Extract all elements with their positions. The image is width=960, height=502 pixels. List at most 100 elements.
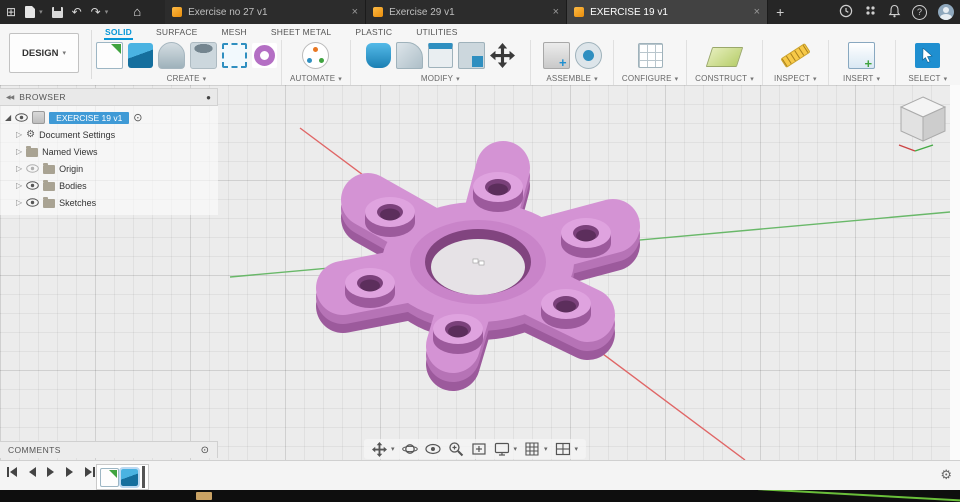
move-copy-icon[interactable] [489,42,515,68]
orbit-icon[interactable] [401,441,418,457]
grid-snaps-icon[interactable] [524,441,540,457]
browser-root-row[interactable]: ◢ EXERCISE 19 v1 ⊙ [0,109,218,126]
help-icon[interactable]: ? [912,4,927,20]
undo-icon[interactable]: ↶ [72,0,82,24]
press-pull-icon[interactable] [365,42,391,68]
modify-dropdown[interactable]: MODIFY ▾ [421,74,460,83]
pattern-icon[interactable] [222,42,247,68]
play-button[interactable] [46,466,56,478]
tab-surface[interactable]: SURFACE [155,25,199,40]
collapse-panel-icon[interactable]: ◀◀ [6,94,14,101]
document-tab-1[interactable]: Exercise no 27 v1 × [165,0,367,24]
model-body[interactable] [316,141,640,391]
browser-item-bodies[interactable]: ▷ Bodies [0,177,218,194]
comments-panel-header[interactable]: COMMENTS ⊙ [0,441,218,458]
go-to-start-button[interactable] [6,466,18,478]
browser-item-origin[interactable]: ▷ Origin [0,160,218,177]
visibility-eye-icon[interactable] [15,113,28,122]
step-forward-button[interactable] [65,466,75,478]
automate-icon[interactable] [302,41,330,69]
measure-icon[interactable] [780,42,811,68]
taskbar-item[interactable] [196,492,212,500]
tab-mesh[interactable]: MESH [221,25,248,40]
create-sketch-icon[interactable] [96,41,123,69]
timeline-settings-gear-icon[interactable]: ⚙ [940,467,952,483]
revolve-icon[interactable] [158,41,185,69]
app-grid-icon[interactable]: ⊞ [6,0,16,24]
expand-closed-icon[interactable]: ▷ [16,181,22,190]
insert-icon[interactable] [848,41,876,71]
home-icon[interactable]: ⌂ [133,0,141,24]
file-menu-icon[interactable] [25,6,36,18]
active-component-name[interactable]: EXERCISE 19 v1 [49,111,130,124]
panel-options-icon[interactable]: ● [206,93,211,102]
close-icon[interactable]: × [754,6,760,18]
tab-sheet-metal[interactable]: SHEET METAL [270,25,332,40]
timeline-extrude-feature[interactable] [119,466,140,488]
construct-dropdown[interactable]: CONSTRUCT ▾ [695,74,754,83]
insert-dropdown[interactable]: INSERT ▾ [843,74,880,83]
visibility-eye-icon[interactable] [26,181,39,190]
user-avatar[interactable] [938,4,954,20]
expand-closed-icon[interactable]: ▷ [16,198,22,207]
visibility-eye-icon[interactable] [26,164,39,173]
timeline-position-marker[interactable] [142,466,145,488]
joint-icon[interactable] [574,41,602,69]
tab-solid[interactable]: SOLID [104,25,133,40]
close-icon[interactable]: × [553,6,559,18]
select-tool-icon[interactable] [915,42,941,68]
extensions-icon[interactable] [864,4,877,20]
chevron-down-icon[interactable]: ▾ [544,445,548,453]
viewports-icon[interactable] [555,441,571,457]
document-tab-3-active[interactable]: EXERCISE 19 v1 × [567,0,769,24]
chevron-down-icon[interactable]: ▾ [513,445,517,453]
expand-open-icon[interactable]: ◢ [5,113,11,122]
browser-item-sketches[interactable]: ▷ Sketches [0,194,218,211]
activate-component-radio[interactable]: ⊙ [133,111,142,124]
comments-options-icon[interactable]: ⊙ [201,445,209,456]
notifications-bell-icon[interactable] [888,4,901,21]
chevron-down-icon[interactable]: ▾ [105,8,109,16]
workspace-selector-button[interactable]: DESIGN ▾ [9,33,79,73]
browser-item-document-settings[interactable]: ▷ ⚙ Document Settings [0,126,218,143]
extrude-icon[interactable] [128,42,153,68]
go-to-end-button[interactable] [84,466,96,478]
expand-closed-icon[interactable]: ▷ [16,130,22,139]
browser-item-named-views[interactable]: ▷ Named Views [0,143,218,160]
expand-closed-icon[interactable]: ▷ [16,147,22,156]
job-status-icon[interactable] [839,4,853,21]
construct-plane-icon[interactable] [705,46,744,67]
fit-view-icon[interactable] [470,441,486,457]
look-at-icon[interactable] [424,443,441,455]
redo-icon[interactable]: ↷ [91,0,101,24]
create-dropdown[interactable]: CREATE ▾ [167,74,207,83]
expand-closed-icon[interactable]: ▷ [16,164,22,173]
document-tab-2[interactable]: Exercise 29 v1 × [366,0,568,24]
display-settings-icon[interactable] [493,441,509,457]
select-dropdown[interactable]: SELECT ▾ [908,74,947,83]
create-form-icon[interactable] [252,42,277,68]
configure-icon[interactable] [637,42,663,68]
browser-header[interactable]: ◀◀ BROWSER ● [0,88,218,106]
3d-viewport[interactable]: ◀◀ BROWSER ● ◢ EXERCISE 19 v1 ⊙ ▷ ⚙ Docu… [0,85,950,460]
zoom-icon[interactable] [447,441,463,457]
visibility-eye-icon[interactable] [26,198,39,207]
close-icon[interactable]: × [352,6,358,18]
step-back-button[interactable] [27,466,37,478]
chevron-down-icon[interactable]: ▾ [391,445,395,453]
new-component-icon[interactable] [542,41,570,70]
chevron-down-icon[interactable]: ▾ [575,445,579,453]
save-icon[interactable] [51,6,63,18]
assemble-dropdown[interactable]: ASSEMBLE ▾ [546,74,597,83]
new-tab-button[interactable]: + [776,0,784,24]
hole-icon[interactable] [190,41,217,69]
shell-icon[interactable] [427,42,453,68]
pan-icon[interactable] [371,441,387,457]
chevron-down-icon[interactable]: ▾ [39,8,43,16]
combine-icon[interactable] [457,41,485,69]
configure-dropdown[interactable]: CONFIGURE ▾ [622,74,679,83]
inspect-dropdown[interactable]: INSPECT ▾ [774,74,817,83]
timeline-sketch-feature[interactable] [100,467,119,487]
fillet-icon[interactable] [395,41,423,69]
view-cube[interactable] [893,91,953,155]
